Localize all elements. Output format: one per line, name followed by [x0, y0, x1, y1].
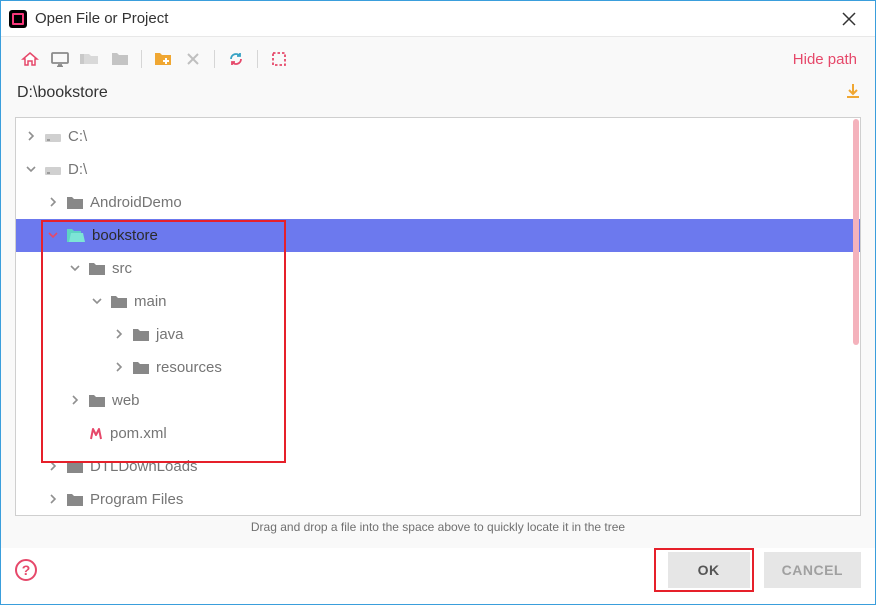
ok-button[interactable]: OK [668, 552, 750, 588]
tree-row[interactable]: web [16, 384, 860, 417]
tree-row-label: DTLDownLoads [90, 458, 198, 475]
delete-button[interactable] [178, 47, 208, 71]
folder-icon [66, 460, 84, 474]
scrollbar[interactable] [853, 119, 859, 345]
titlebar: Open File or Project [1, 1, 875, 37]
tree-row[interactable]: D:\ [16, 153, 860, 186]
toolbar-separator [257, 50, 258, 68]
tree-row[interactable]: resources [16, 351, 860, 384]
tree-row[interactable]: bookstore [16, 219, 860, 252]
expander-none [70, 428, 82, 440]
tree-row[interactable]: Program Files [16, 483, 860, 516]
home-icon [21, 51, 39, 67]
folder-icon [66, 196, 84, 210]
annotation-highlight-ok: OK [654, 548, 754, 592]
home-button[interactable] [15, 47, 45, 71]
chevron-right-icon[interactable] [48, 461, 60, 473]
content-area: Hide path C:\ D:\AndroidDemo bookstore srcm… [1, 37, 875, 548]
chevron-right-icon[interactable] [114, 362, 126, 374]
refresh-button[interactable] [221, 47, 251, 71]
chevron-down-icon[interactable] [48, 230, 60, 242]
chevron-right-icon[interactable] [48, 494, 60, 506]
desktop-icon [50, 51, 70, 67]
module-button[interactable] [105, 47, 135, 71]
chevron-down-icon[interactable] [26, 164, 38, 176]
project-icon [80, 52, 100, 66]
tree-row-label: bookstore [92, 227, 158, 244]
tree-row[interactable]: java [16, 318, 860, 351]
chevron-right-icon[interactable] [48, 197, 60, 209]
tree-row[interactable]: AndroidDemo [16, 186, 860, 219]
folder-icon [132, 361, 150, 375]
dialog-title: Open File or Project [35, 10, 168, 27]
refresh-icon [228, 51, 244, 67]
path-row [15, 79, 861, 107]
new-folder-icon [154, 52, 172, 66]
folder-open-green-icon [66, 228, 86, 244]
chevron-down-icon[interactable] [70, 263, 82, 275]
show-hidden-icon [271, 51, 287, 67]
folder-icon [132, 328, 150, 342]
chevron-right-icon[interactable] [70, 395, 82, 407]
path-input[interactable] [15, 79, 837, 107]
tree-row[interactable]: C:\ [16, 120, 860, 153]
help-button[interactable]: ? [15, 559, 37, 581]
tree-row[interactable]: pom.xml [16, 417, 860, 450]
tree-row-label: AndroidDemo [90, 194, 182, 211]
tree-row-label: main [134, 293, 167, 310]
module-icon [111, 52, 129, 66]
tree-row[interactable]: DTLDownLoads [16, 450, 860, 483]
delete-icon [186, 52, 200, 66]
chevron-right-icon[interactable] [114, 329, 126, 341]
drive-icon [44, 163, 62, 177]
app-icon [9, 10, 27, 28]
tree-row-label: Program Files [90, 491, 183, 508]
folder-icon [66, 493, 84, 507]
chevron-right-icon[interactable] [26, 131, 38, 143]
download-icon [845, 83, 861, 99]
close-button[interactable] [829, 5, 869, 33]
footer-hint: Drag and drop a file into the space abov… [15, 516, 861, 544]
chevron-down-icon[interactable] [92, 296, 104, 308]
show-hidden-button[interactable] [264, 47, 294, 71]
tree-row[interactable]: src [16, 252, 860, 285]
tree-row-label: D:\ [68, 161, 87, 178]
toolbar-separator [214, 50, 215, 68]
project-button[interactable] [75, 47, 105, 71]
tree-row-label: resources [156, 359, 222, 376]
tree-row-label: pom.xml [110, 425, 167, 442]
tree-row-label: web [112, 392, 140, 409]
download-button[interactable] [845, 83, 861, 104]
tree-row-label: src [112, 260, 132, 277]
close-icon [842, 12, 856, 26]
cancel-button[interactable]: CANCEL [764, 552, 861, 588]
open-dialog: Open File or Project [0, 0, 876, 605]
desktop-button[interactable] [45, 47, 75, 71]
tree-row-label: C:\ [68, 128, 87, 145]
dialog-footer: ? OK CANCEL [1, 548, 875, 604]
tree-area: C:\ D:\AndroidDemo bookstore srcmain java res… [15, 117, 861, 516]
new-folder-button[interactable] [148, 47, 178, 71]
tree-row[interactable]: main [16, 285, 860, 318]
toolbar: Hide path [15, 47, 861, 71]
maven-icon [88, 426, 104, 442]
drive-icon [44, 130, 62, 144]
hide-path-link[interactable]: Hide path [793, 51, 861, 68]
toolbar-separator [141, 50, 142, 68]
folder-icon [110, 295, 128, 309]
folder-icon [88, 262, 106, 276]
folder-icon [88, 394, 106, 408]
tree-row-label: java [156, 326, 184, 343]
file-tree[interactable]: C:\ D:\AndroidDemo bookstore srcmain java res… [16, 118, 860, 516]
